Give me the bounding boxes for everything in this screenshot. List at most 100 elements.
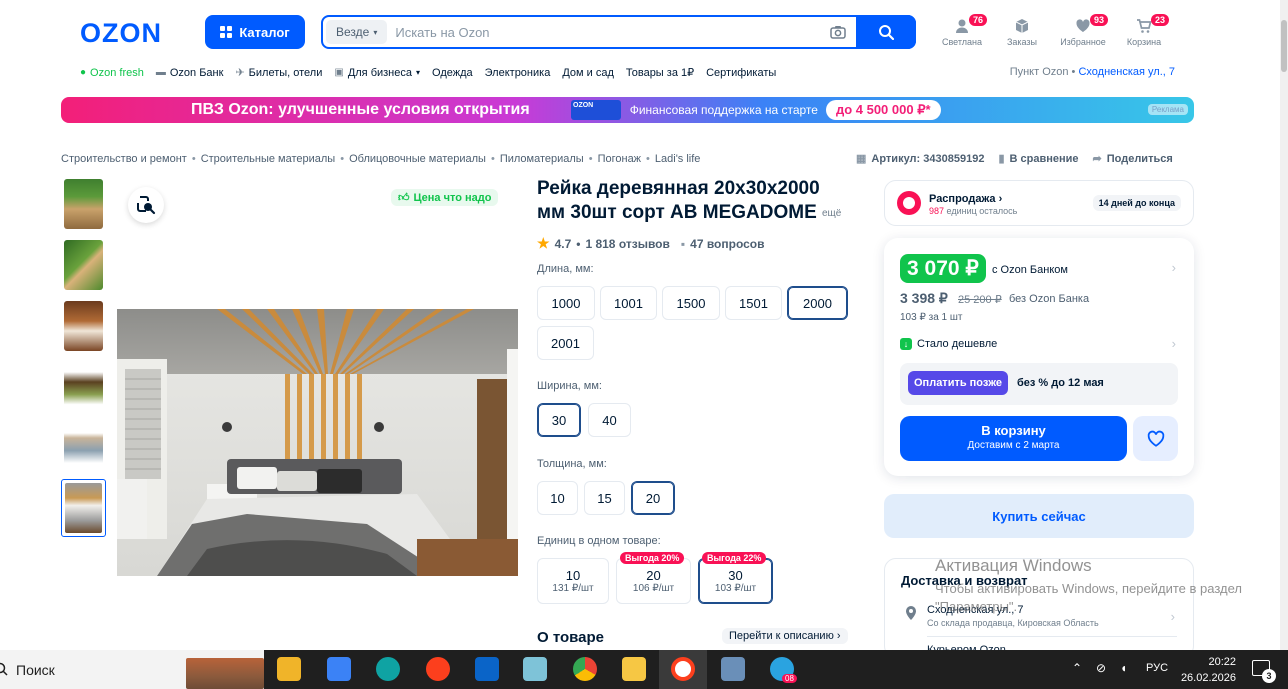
length-option[interactable]: 1501 [725, 286, 782, 320]
ozon-logo[interactable]: OZON [80, 18, 162, 49]
length-option[interactable]: 1000 [537, 286, 595, 320]
width-option-selected[interactable]: 30 [537, 403, 581, 437]
thickness-option-selected[interactable]: 20 [631, 481, 675, 515]
units-option[interactable]: 10 131 ₽/шт [537, 558, 609, 604]
good-price-badge[interactable]: 👍︎ Цена что надо [391, 189, 499, 206]
header-orders[interactable]: Заказы [992, 18, 1052, 47]
nav-clothes[interactable]: Одежда [432, 67, 473, 79]
header-cart[interactable]: 23 Корзина [1114, 14, 1174, 47]
nav-home-garden[interactable]: Дом и сад [562, 67, 614, 79]
delivery-date-label: Доставим с 2 марта [967, 440, 1060, 451]
buy-now-button[interactable]: Купить сейчас [884, 494, 1194, 538]
nav-ozon-fresh[interactable]: ● Ozon fresh [80, 67, 144, 79]
length-option[interactable]: 2001 [537, 326, 594, 360]
banner-title: ПВЗ Ozon: улучшенные условия открытия [191, 101, 530, 118]
pickup-point[interactable]: Пункт Ozon • Сходненская ул., 7 [1010, 66, 1175, 78]
search-scope-select[interactable]: Везде ▾ [326, 20, 388, 44]
pickup-address: Сходненская ул., 7 [1078, 66, 1175, 78]
reviews-count[interactable]: 1 818 отзывов [585, 237, 669, 251]
article-number[interactable]: ▦ Артикул: 3430859192 [856, 152, 984, 166]
chevron-right-icon[interactable]: › [1172, 336, 1176, 351]
breadcrumb-item[interactable]: Строительство и ремонт [61, 153, 187, 165]
yandex-browser-icon[interactable] [671, 657, 695, 681]
sale-card[interactable]: Распродажа › 987 единиц осталось 14 дней… [884, 180, 1194, 226]
length-option[interactable]: 1001 [600, 286, 657, 320]
edge-icon[interactable] [376, 657, 400, 681]
length-option[interactable]: 1500 [662, 286, 720, 320]
nav-1-rub[interactable]: Товары за 1₽ [626, 66, 694, 79]
breadcrumb-item[interactable]: Строительные материалы [201, 153, 336, 165]
breadcrumb-item[interactable]: Ladi's life [655, 153, 701, 165]
gallery-thumbnail[interactable] [64, 301, 103, 351]
nav-electronics[interactable]: Электроника [485, 67, 551, 79]
file-explorer-icon[interactable] [622, 657, 646, 681]
page-scrollbar[interactable] [1280, 0, 1288, 650]
product-main-image[interactable] [117, 309, 518, 576]
nav-tickets[interactable]: ✈ Билеты, отели [235, 66, 322, 80]
search-button[interactable] [856, 15, 916, 49]
chevron-right-icon[interactable]: › [1172, 260, 1176, 275]
breadcrumb-item[interactable]: Облицовочные материалы [349, 153, 486, 165]
store-icon[interactable] [327, 657, 351, 681]
units-option[interactable]: Выгода 20% 20 106 ₽/шт [616, 552, 691, 604]
gallery-thumbnail[interactable] [64, 240, 103, 290]
ozon-product-page: OZON Каталог Везде ▾ 76 Светлана Заказы … [0, 0, 1288, 689]
product-rating[interactable]: ★ 4.7 • 1 818 отзывов ▪ 47 вопросов [537, 235, 765, 252]
camera-icon[interactable] [830, 25, 846, 39]
taskbar-search[interactable]: Поиск [0, 650, 264, 689]
breadcrumb-separator: • [588, 153, 593, 165]
price-drop-info[interactable]: ↓ Стало дешевле [900, 338, 997, 350]
heart-icon [1147, 430, 1164, 447]
notifications-badge: 3 [1262, 669, 1276, 683]
chevron-up-icon[interactable]: ⌃ [1072, 661, 1082, 675]
gallery-thumbnail[interactable] [64, 423, 103, 473]
gallery-thumbnail[interactable] [64, 362, 103, 412]
network-icon[interactable]: ⊘ [1096, 661, 1106, 675]
share-button[interactable]: ➦ Поделиться [1093, 152, 1173, 166]
media-player-icon[interactable] [277, 657, 301, 681]
header-profile[interactable]: 76 Светлана [932, 14, 992, 47]
search-scope-label: Везде [336, 25, 370, 39]
share-label: Поделиться [1106, 152, 1173, 165]
compare-button[interactable]: ▮ В сравнение [998, 152, 1078, 166]
add-to-favorites-button[interactable] [1133, 416, 1178, 461]
width-option[interactable]: 40 [588, 403, 631, 437]
similar-search-button[interactable] [128, 187, 164, 223]
taskbar-clock[interactable]: 20:22 26.02.2026 [1180, 654, 1236, 686]
thickness-option[interactable]: 15 [584, 481, 625, 515]
chrome-icon[interactable] [573, 657, 597, 681]
title-more-link[interactable]: ещё [822, 208, 841, 219]
cart-badge: 23 [1151, 14, 1170, 26]
yandex-icon[interactable] [426, 657, 450, 681]
gallery-thumbnail-active[interactable] [61, 479, 106, 537]
nav-certificates[interactable]: Сертификаты [706, 67, 776, 79]
breadcrumb-item[interactable]: Погонаж [598, 153, 641, 165]
app-icon[interactable] [721, 657, 745, 681]
cart-icon: 23 [1136, 14, 1170, 34]
scrollbar-thumb[interactable] [1281, 20, 1287, 72]
pay-later-button[interactable]: Оплатить позже [908, 371, 1008, 395]
notepad-icon[interactable] [523, 657, 547, 681]
pay-later-block[interactable]: Оплатить позже без % до 12 мая [900, 363, 1178, 405]
taskbar-search-label: Поиск [16, 661, 55, 678]
chevron-down-icon: ▾ [373, 27, 378, 37]
length-option-selected[interactable]: 2000 [787, 286, 848, 320]
outlook-icon[interactable] [475, 657, 499, 681]
questions-count[interactable]: 47 вопросов [690, 237, 764, 251]
thickness-option[interactable]: 10 [537, 481, 578, 515]
price-card: 3 070 ₽ с Ozon Банком › 3 398 ₽ 25 200 ₽… [884, 238, 1194, 476]
units-option-selected[interactable]: Выгода 22% 30 103 ₽/шт [698, 552, 773, 604]
search-input[interactable] [387, 18, 830, 46]
volume-icon[interactable]: ◖ [1120, 661, 1127, 675]
language-indicator[interactable]: РУС [1146, 662, 1168, 674]
catalog-button[interactable]: Каталог [205, 15, 305, 49]
nav-business[interactable]: ▣ Для бизнеса ▾ [334, 67, 420, 79]
promo-banner[interactable]: ПВЗ Ozon: улучшенные условия открытия OZ… [61, 97, 1194, 123]
goto-description-link[interactable]: Перейти к описанию › [722, 628, 848, 644]
nav-ozon-bank[interactable]: ▬ Ozon Банк [156, 67, 224, 79]
add-to-cart-label: В корзину [981, 423, 1046, 438]
add-to-cart-button[interactable]: В корзину Доставим с 2 марта [900, 416, 1127, 461]
header-favorites[interactable]: 93 Избранное [1053, 14, 1113, 47]
gallery-thumbnail[interactable] [64, 179, 103, 229]
breadcrumb-item[interactable]: Пиломатериалы [500, 153, 584, 165]
